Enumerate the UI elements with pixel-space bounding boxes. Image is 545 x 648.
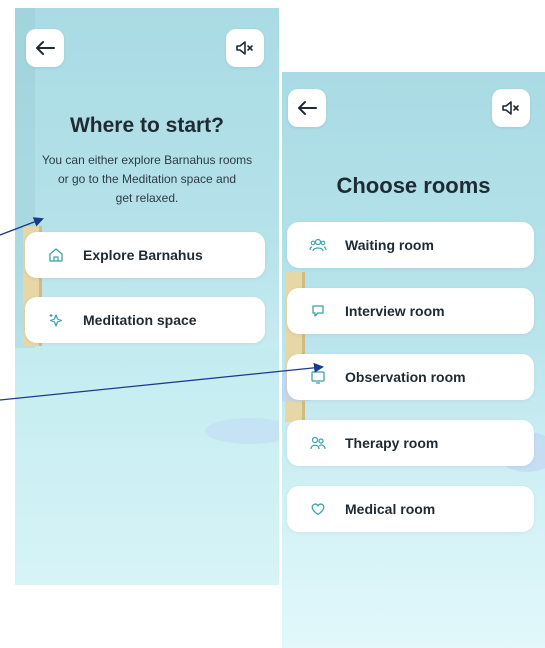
arrow-left-icon bbox=[36, 41, 55, 55]
page-title: Choose rooms bbox=[336, 173, 491, 198]
room-label: Observation room bbox=[345, 369, 466, 385]
page-subtitle: You can either explore Barnahus rooms or… bbox=[23, 151, 271, 208]
option-label: Meditation space bbox=[83, 312, 197, 328]
people-icon bbox=[309, 434, 327, 452]
explore-barnahus-button[interactable]: Explore Barnahus bbox=[25, 232, 265, 278]
heart-icon bbox=[309, 500, 327, 518]
mute-button[interactable] bbox=[226, 29, 264, 67]
chat-icon bbox=[309, 302, 327, 320]
mute-button[interactable] bbox=[492, 89, 530, 127]
subtitle-line: You can either explore Barnahus rooms bbox=[41, 153, 253, 167]
room-observation-button[interactable]: Observation room bbox=[287, 354, 534, 400]
room-interview-button[interactable]: Interview room bbox=[287, 288, 534, 334]
subtitle-line: or go to the Meditation space and bbox=[57, 172, 237, 186]
arrow-left-icon bbox=[298, 101, 317, 115]
back-button[interactable] bbox=[288, 89, 326, 127]
monitor-icon bbox=[309, 368, 327, 386]
speaker-muted-icon bbox=[502, 101, 519, 115]
room-label: Waiting room bbox=[345, 237, 434, 253]
screen-where-to-start: Where to start? You can either explore B… bbox=[15, 8, 279, 585]
room-waiting-button[interactable]: Waiting room bbox=[287, 222, 534, 268]
option-label: Explore Barnahus bbox=[83, 247, 203, 263]
home-icon bbox=[47, 246, 65, 264]
room-label: Medical room bbox=[345, 501, 436, 517]
room-therapy-button[interactable]: Therapy room bbox=[287, 420, 534, 466]
room-medical-button[interactable]: Medical room bbox=[287, 486, 534, 532]
room-label: Interview room bbox=[345, 303, 445, 319]
speaker-muted-icon bbox=[236, 41, 253, 55]
floor bbox=[15, 348, 279, 585]
sparkle-icon bbox=[47, 311, 65, 329]
page-title: Where to start? bbox=[69, 114, 224, 137]
screen-choose-rooms: Choose rooms Waiting room Interview room… bbox=[282, 72, 545, 648]
meditation-space-button[interactable]: Meditation space bbox=[25, 297, 265, 343]
users-icon bbox=[309, 236, 327, 254]
back-button[interactable] bbox=[26, 29, 64, 67]
room-label: Therapy room bbox=[345, 435, 439, 451]
subtitle-line: get relaxed. bbox=[115, 191, 179, 205]
